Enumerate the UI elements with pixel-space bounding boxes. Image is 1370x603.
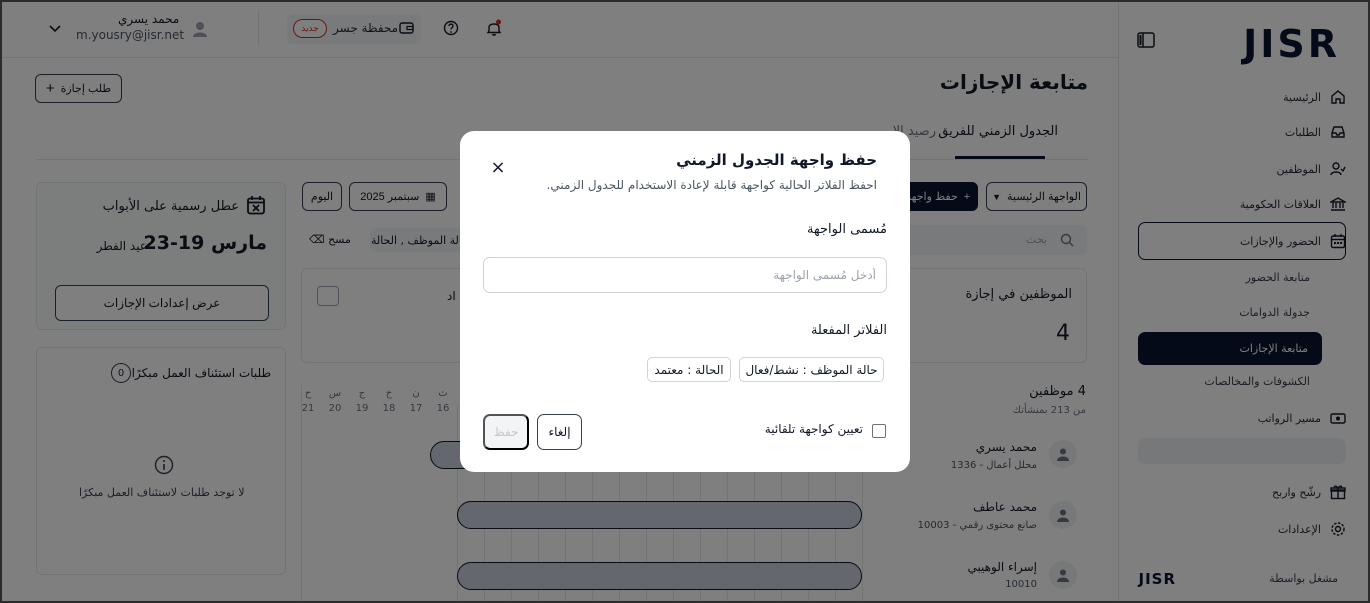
save-view-dialog: × حفظ واجهة الجدول الزمني احفظ الفلاتر ا… [460, 131, 910, 472]
dialog-subtitle: احفظ الفلاتر الحالية كواجهة قابلة لإعادة… [546, 178, 877, 192]
view-name-input[interactable] [483, 257, 887, 293]
auto-view-label: تعيين كواجهة تلقائية [764, 422, 863, 436]
active-filter-chip: الحالة : معتمد [647, 357, 731, 382]
close-icon[interactable]: × [484, 153, 512, 181]
dialog-title: حفظ واجهة الجدول الزمني [676, 151, 877, 169]
cancel-button[interactable]: إلغاء [537, 414, 582, 450]
view-name-label: مُسمى الواجهة [807, 222, 887, 237]
auto-view-checkbox[interactable] [872, 424, 886, 438]
save-button[interactable]: حفظ [483, 414, 529, 450]
active-filter-chip: حالة الموظف : نشط/فعال [739, 357, 884, 382]
active-filters-label: الفلاتر المفعلة [810, 323, 887, 338]
